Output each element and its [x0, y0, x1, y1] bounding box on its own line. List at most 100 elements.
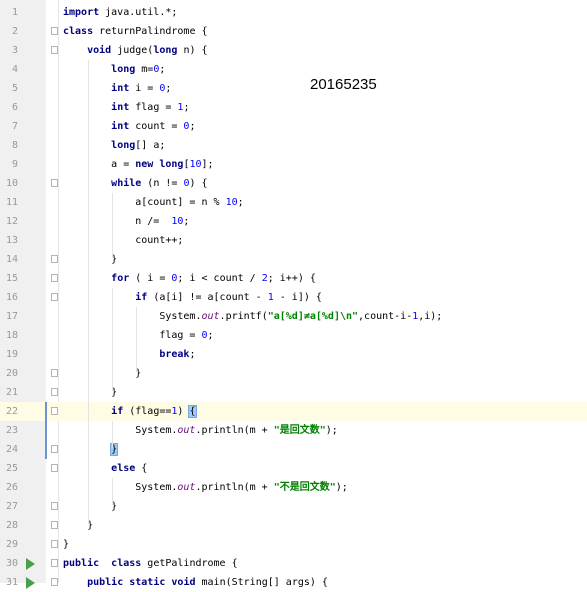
line-number: 14 [5, 254, 18, 265]
fold-marker-icon[interactable] [51, 540, 58, 548]
code-text[interactable]: System.out.printf("a[%d]≠a[%d]\n",count-… [63, 307, 442, 326]
line-number: 12 [5, 216, 18, 227]
code-line[interactable]: 29} [0, 535, 587, 554]
code-text[interactable]: } [63, 383, 117, 402]
code-text[interactable]: count++; [63, 231, 183, 250]
fold-marker-icon[interactable] [51, 407, 58, 415]
code-line[interactable]: 2 class returnPalindrome { [0, 22, 587, 41]
code-text[interactable]: } [63, 364, 141, 383]
code-text[interactable]: long m=0; [63, 60, 165, 79]
code-text[interactable]: } [63, 497, 117, 516]
line-number: 24 [5, 444, 18, 455]
code-token: ; [165, 83, 172, 94]
fold-marker-icon[interactable] [51, 502, 58, 510]
code-text[interactable]: else { [63, 459, 147, 478]
code-text[interactable]: System.out.println(m + "是回文数"); [63, 421, 338, 440]
code-text[interactable]: a[count] = n % 10; [63, 193, 244, 212]
fold-marker-icon[interactable] [51, 369, 58, 377]
code-token: ; [237, 197, 244, 208]
indent-guide [112, 193, 113, 258]
code-token: } [63, 368, 142, 379]
keyword-token: break [159, 349, 190, 360]
fold-marker-icon[interactable] [51, 274, 58, 282]
code-token: judge( [111, 45, 154, 56]
code-text[interactable]: a = new long[10]; [63, 155, 213, 174]
keyword-token: for [111, 273, 130, 284]
code-line[interactable]: 3 void judge(long n) { [0, 41, 587, 60]
line-number: 21 [5, 387, 18, 398]
code-text[interactable]: System.out.println(m + "不是回文数"); [63, 478, 348, 497]
fold-marker-icon[interactable] [51, 293, 58, 301]
code-text[interactable]: if (flag==1) { [63, 402, 197, 421]
code-editor[interactable]: 1 import java.util.*; 2 class returnPalindr… [0, 0, 587, 589]
code-text[interactable]: } [63, 250, 117, 269]
run-gutter-icon[interactable] [26, 577, 35, 589]
code-text[interactable]: break; [63, 345, 195, 364]
code-token: [] a; [135, 140, 166, 151]
fold-marker-icon[interactable] [51, 388, 58, 396]
code-token: ,count-i- [358, 311, 413, 322]
code-text[interactable]: public class getPalindrome { [63, 554, 238, 573]
line-number: 5 [11, 83, 18, 94]
code-token: getPalindrome { [141, 558, 238, 569]
code-token: n /= [63, 216, 172, 227]
code-text[interactable]: long[] a; [63, 136, 165, 155]
code-line[interactable]: 30 public class getPalindrome { [0, 554, 587, 573]
number-token: 10 [189, 159, 202, 170]
code-token: ; [207, 330, 214, 341]
fold-marker-icon[interactable] [51, 521, 58, 529]
line-number: 2 [11, 26, 18, 37]
code-token: .printf( [219, 311, 268, 322]
code-text[interactable]: int i = 0; [63, 79, 171, 98]
line-number: 15 [5, 273, 18, 284]
run-gutter-icon[interactable] [26, 558, 35, 570]
code-text[interactable]: for ( i = 0; i < count / 2; i++) { [63, 269, 316, 288]
code-token: ; i < count / [177, 273, 262, 284]
code-token: a = [63, 159, 136, 170]
code-token: ; [183, 102, 190, 113]
keyword-token: public [63, 558, 100, 569]
code-token: count++; [63, 235, 184, 246]
code-token: flag = [63, 330, 202, 341]
code-token: java.util.*; [99, 7, 178, 18]
student-id-overlay: 20165235 [310, 76, 377, 93]
code-text[interactable]: n /= 10; [63, 212, 189, 231]
code-text[interactable]: void judge(long n) { [63, 41, 208, 60]
fold-marker-icon[interactable] [51, 578, 58, 586]
code-text[interactable]: } [63, 440, 119, 459]
fold-marker-icon[interactable] [51, 46, 58, 54]
code-token: System. [63, 482, 178, 493]
code-line[interactable]: 1 import java.util.*; [0, 3, 587, 22]
string-token: "a[%d]≠a[%d]\n" [267, 311, 359, 322]
fold-marker-icon[interactable] [51, 27, 58, 35]
code-token: } [63, 501, 118, 512]
code-text[interactable]: if (a[i] != a[count - 1 - i]) { [63, 288, 322, 307]
code-text[interactable]: class returnPalindrome { [63, 22, 208, 41]
code-text[interactable]: int count = 0; [63, 117, 195, 136]
keyword-token: void [87, 45, 112, 56]
line-number: 22 [5, 406, 18, 417]
fold-marker-icon[interactable] [51, 255, 58, 263]
field-token: out [201, 311, 220, 322]
code-text[interactable]: import java.util.*; [63, 3, 177, 22]
code-token: ; [189, 349, 196, 360]
code-text[interactable]: int flag = 1; [63, 98, 189, 117]
code-token: n) { [177, 45, 208, 56]
code-token: ,i); [418, 311, 443, 322]
fold-marker-icon[interactable] [51, 464, 58, 472]
vcs-change-marker[interactable] [45, 402, 47, 459]
indent-guide [112, 421, 113, 448]
string-token: "是回文数" [273, 425, 326, 436]
code-text[interactable]: } [63, 535, 69, 554]
fold-marker-icon[interactable] [51, 559, 58, 567]
fold-marker-icon[interactable] [51, 179, 58, 187]
code-text[interactable]: while (n != 0) { [63, 174, 207, 193]
keyword-token: if [135, 292, 148, 303]
code-text[interactable]: flag = 0; [63, 326, 214, 345]
fold-marker-icon[interactable] [51, 445, 58, 453]
keyword-token: long [159, 159, 184, 170]
code-token: } [63, 387, 118, 398]
line-number: 29 [5, 539, 18, 550]
keyword-token: class [111, 558, 142, 569]
